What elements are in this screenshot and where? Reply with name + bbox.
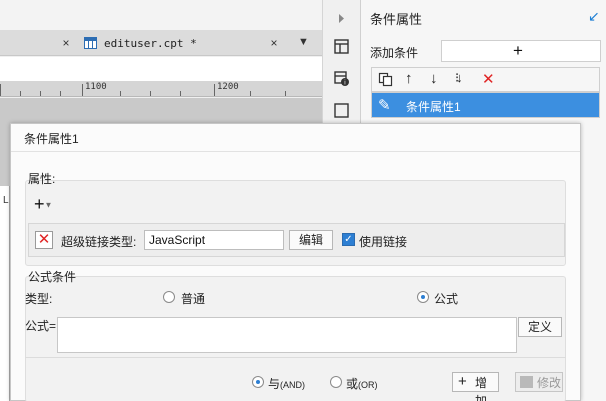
type-normal-label: 普通 <box>181 292 206 306</box>
formula-label: 公式= <box>25 319 57 333</box>
modify-button-label: 修改 <box>537 376 562 390</box>
add-condition-label: 添加条件 <box>370 46 419 60</box>
tab-menu-icon[interactable]: ▼ <box>298 36 309 48</box>
ruler-tick <box>0 84 1 96</box>
widget-settings-icon[interactable] <box>333 102 350 119</box>
plus-icon: + <box>458 373 467 390</box>
modify-icon <box>520 376 533 388</box>
collapse-arrow-icon[interactable] <box>333 10 350 27</box>
ruler-tick <box>82 84 83 96</box>
logic-and-text: 与 <box>268 377 281 391</box>
add-condition-button[interactable]: + <box>441 40 601 62</box>
logic-or-sub: (OR) <box>358 380 378 390</box>
logic-and-label: 与(AND) <box>268 375 305 392</box>
ruler-tick <box>250 91 251 96</box>
add-button-label: 增加 <box>475 376 488 401</box>
properties-title: 属性: <box>28 172 56 186</box>
ruler-tick <box>180 91 181 96</box>
ruler-tick <box>285 91 286 96</box>
cell-text: L <box>3 195 9 206</box>
condition-dialog: 条件属性1 属性: +▼ ✕ 超级链接类型: JavaScript 编辑 ✓ 使… <box>10 123 581 401</box>
divider <box>11 151 580 152</box>
ruler-tick <box>20 91 21 96</box>
plus-icon: + <box>34 194 45 214</box>
report-sheet-edge <box>0 186 10 401</box>
dock-arrow-icon[interactable]: ↙ <box>588 8 600 25</box>
move-up-icon[interactable]: ↑ <box>405 70 413 87</box>
modify-button[interactable]: 修改 <box>515 372 563 392</box>
add-condition-item-button[interactable]: + 增加 <box>452 372 499 401</box>
divider <box>25 357 566 358</box>
plus-icon: + <box>513 41 523 60</box>
dropdown-arrow-icon: ▼ <box>44 200 53 210</box>
logic-and-sub: (AND) <box>280 380 306 390</box>
edit-button[interactable]: 编辑 <box>289 230 333 250</box>
editor-header-area <box>0 57 322 81</box>
condition-list: ✎ 条件属性1 <box>371 92 600 118</box>
use-link-checkbox[interactable]: ✓ <box>342 233 355 246</box>
ruler-tick <box>214 84 215 96</box>
add-property-button[interactable]: +▼ <box>34 195 62 215</box>
define-button[interactable]: 定义 <box>518 317 562 337</box>
condition-attribute-icon[interactable]: i <box>333 70 350 87</box>
ruler-tick <box>120 91 121 96</box>
ruler-tick <box>150 91 151 96</box>
ruler-label: 1200 <box>217 82 239 92</box>
condition-toolbar: ↑ ↓ ⁝↓ ✕ <box>371 67 600 92</box>
logic-and-radio[interactable] <box>252 376 264 388</box>
use-link-label: 使用链接 <box>359 235 408 249</box>
panel-title: 条件属性 <box>370 12 423 27</box>
delete-icon[interactable]: ✕ <box>482 70 495 88</box>
dialog-title: 条件属性1 <box>24 132 79 146</box>
report-file-icon <box>84 37 97 49</box>
logic-or-text: 或 <box>346 377 359 391</box>
list-item[interactable]: ✎ 条件属性1 <box>372 93 599 117</box>
move-down-icon[interactable]: ↓ <box>430 70 438 87</box>
tab-bar: × edituser.cpt * × ▼ <box>0 30 322 56</box>
horizontal-ruler: 1100 1200 <box>0 81 322 97</box>
editor-top-strip <box>0 0 322 30</box>
hyperlink-type-label: 超级链接类型: <box>61 235 137 249</box>
formula-condition-title: 公式条件 <box>28 270 77 284</box>
formula-input[interactable] <box>57 317 517 353</box>
type-formula-label: 公式 <box>434 292 459 306</box>
ruler-tick <box>40 91 41 96</box>
move-bottom-icon[interactable]: ⁝↓ <box>455 70 462 86</box>
type-normal-radio[interactable] <box>163 291 175 303</box>
remove-property-icon[interactable]: ✕ <box>35 231 53 249</box>
copy-icon[interactable] <box>378 72 393 87</box>
edit-pencil-icon: ✎ <box>378 97 391 114</box>
hyperlink-type-field[interactable]: JavaScript <box>144 230 284 250</box>
tab-edituser[interactable]: edituser.cpt * <box>104 37 197 50</box>
hyperlink-property-row: ✕ 超级链接类型: JavaScript 编辑 ✓ 使用链接 <box>28 223 565 257</box>
type-label: 类型: <box>25 292 53 306</box>
type-formula-radio[interactable] <box>417 291 429 303</box>
ruler-label: 1100 <box>85 82 107 92</box>
cell-attribute-icon[interactable] <box>333 38 350 55</box>
close-tab-icon[interactable]: × <box>60 36 72 50</box>
ruler-tick <box>60 91 61 96</box>
logic-or-label: 或(OR) <box>346 375 378 392</box>
close-active-tab-icon[interactable]: × <box>268 36 280 50</box>
condition-name: 条件属性1 <box>406 100 461 114</box>
logic-or-radio[interactable] <box>330 376 342 388</box>
